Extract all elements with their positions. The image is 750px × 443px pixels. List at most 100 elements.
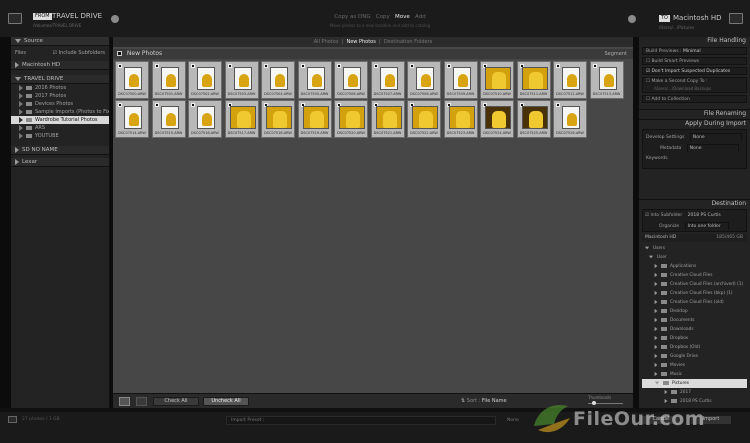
destination-folder-item[interactable]: Downloads [642, 325, 747, 334]
filter-destination-folders[interactable]: Destination Folders [384, 39, 432, 45]
photo-thumbnail[interactable]: DSC07517.ARW [224, 100, 259, 138]
slider-thumb[interactable] [592, 401, 596, 405]
photo-thumbnail[interactable]: DSC07515.ARW [151, 100, 186, 138]
photo-thumbnail[interactable]: DSC07526.ARW [553, 100, 587, 138]
photo-thumbnail[interactable]: DSC07520.ARW [334, 100, 368, 138]
source-folder-item[interactable]: 2016 Photos [11, 84, 109, 92]
photo-thumbnail[interactable]: DSC07506.ARW [334, 61, 368, 99]
photo-thumbnail[interactable]: DSC07521.ARW [370, 100, 405, 138]
check-all-button[interactable]: Check All [153, 397, 199, 406]
source-folder-item[interactable]: Devices Photos [11, 100, 109, 108]
mode-add[interactable]: Add [415, 14, 426, 20]
include-checkbox[interactable] [154, 103, 159, 107]
destination-folder-item[interactable]: Creative Cloud Files [642, 271, 747, 280]
photo-thumbnail[interactable]: DSC07504.ARW [261, 61, 295, 99]
photo-thumbnail[interactable]: DSC07524.ARW [480, 100, 514, 138]
grid-view-icon[interactable] [119, 397, 130, 406]
dont-import-duplicates-checkbox[interactable]: ☑ Don't Import Suspected Duplicates [642, 67, 747, 75]
smart-previews-checkbox[interactable]: ☐ Build Smart Previews [642, 57, 747, 65]
destination-folder-item[interactable]: Creative Cloud Files (archived) (1) [642, 280, 747, 289]
photo-thumbnail[interactable]: DSC07501.ARW [151, 61, 186, 99]
include-checkbox[interactable] [556, 103, 560, 107]
photo-thumbnail[interactable]: DSC07507.ARW [370, 61, 405, 99]
destination-folder-item[interactable]: Creative Cloud Files (old) [642, 298, 747, 307]
include-checkbox[interactable] [373, 64, 378, 68]
photo-thumbnail[interactable]: DSC07509.ARW [443, 61, 478, 99]
include-checkbox[interactable] [227, 64, 232, 68]
include-checkbox[interactable] [446, 64, 451, 68]
destination-folder-item[interactable]: Users [642, 244, 747, 253]
destination-folder-item[interactable]: Music [642, 370, 747, 379]
photo-thumbnail[interactable]: DSC07513.ARW [589, 61, 624, 99]
source-name[interactable]: TRAVEL DRIVE [52, 12, 102, 20]
destination-folder-item[interactable]: Desktop [642, 307, 747, 316]
source-folder-item[interactable]: Sample Imports (Photos to Fix) [11, 108, 109, 116]
include-checkbox[interactable] [300, 64, 305, 68]
organize-row[interactable]: Organize Into one folder [645, 222, 744, 230]
photo-thumbnail[interactable]: DSC07525.ARW [516, 100, 551, 138]
include-checkbox[interactable] [191, 103, 195, 107]
uncheck-all-button[interactable]: Uncheck All [203, 397, 249, 406]
include-checkbox[interactable] [337, 64, 341, 68]
include-checkbox[interactable] [118, 103, 122, 107]
photo-thumbnail[interactable]: DSC07503.ARW [224, 61, 259, 99]
photo-thumbnail[interactable]: DSC07522.ARW [407, 100, 441, 138]
apply-during-import-header[interactable]: Apply During Import [639, 119, 750, 127]
photo-thumbnail[interactable]: DSC07512.ARW [553, 61, 587, 99]
source-header[interactable]: Source [11, 37, 109, 46]
mode-move[interactable]: Move [395, 14, 410, 20]
photo-thumbnail[interactable]: DSC07502.ARW [188, 61, 222, 99]
keywords-row[interactable]: Keywords [646, 155, 743, 163]
source-folder-item[interactable]: 2017 Photos [11, 92, 109, 100]
source-folder-item[interactable]: YOUTUBE [11, 132, 109, 140]
file-renaming-header[interactable]: File Renaming [639, 109, 750, 117]
include-checkbox[interactable] [556, 64, 560, 68]
source-folder-item[interactable]: ARS [11, 124, 109, 132]
destination-folder-item[interactable]: Creative Cloud Files (bkp) (1) [642, 289, 747, 298]
mode-copy-dng[interactable]: Copy as DNG [334, 14, 370, 20]
destination-folder-item[interactable]: Movies [642, 361, 747, 370]
thumbnail-size-slider[interactable] [588, 401, 623, 405]
import-preset-value[interactable]: None [507, 418, 519, 423]
metadata-row[interactable]: Metadata None [646, 144, 743, 152]
add-to-collection-checkbox[interactable]: ☐ Add to Collection [642, 95, 747, 103]
destination-folder-item[interactable]: Documents [642, 316, 747, 325]
destination-folder-item[interactable]: User [642, 253, 747, 262]
include-checkbox[interactable] [592, 64, 597, 68]
photo-thumbnail[interactable]: DSC07511.ARW [516, 61, 551, 99]
select-all-checkbox[interactable] [117, 51, 122, 56]
photo-thumbnail[interactable]: DSC07519.ARW [297, 100, 332, 138]
photo-thumbnail[interactable]: DSC07500.ARW [115, 61, 149, 99]
photo-thumbnail[interactable]: DSC07518.ARW [261, 100, 295, 138]
photo-thumbnail[interactable]: DSC07523.ARW [443, 100, 478, 138]
collapse-icon[interactable] [8, 416, 17, 423]
include-checkbox[interactable] [410, 64, 414, 68]
include-subfolders-checkbox[interactable]: ☑ Include Subfolders [52, 49, 105, 57]
destination-folder-item[interactable]: Applications [642, 262, 747, 271]
second-copy-group[interactable]: ☐ Make a Second Copy To : /Users/…/Downl… [642, 77, 747, 93]
into-subfolder-checkbox[interactable]: ☑ Into Subfolder 2018 PS Curtis [645, 212, 744, 220]
destination-header[interactable]: Destination [639, 199, 750, 207]
destination-folder-item[interactable]: 2017 [642, 388, 747, 397]
destination-folder-item[interactable]: Dropbox [642, 334, 747, 343]
file-handling-header[interactable]: File Handling [639, 37, 750, 45]
include-checkbox[interactable] [118, 64, 122, 68]
volume-travel-drive[interactable]: TRAVEL DRIVE [11, 75, 109, 84]
destination-folder-item[interactable]: 2018 PS Curtis [642, 397, 747, 406]
volume-sd[interactable]: SD NO NAME [11, 146, 109, 155]
destination-folder-item[interactable]: Pictures [642, 379, 747, 388]
build-previews-row[interactable]: Build Previews : Minimal [642, 47, 747, 55]
volume-macintosh-hd[interactable]: Macintosh HD [11, 61, 109, 70]
photo-thumbnail[interactable]: DSC07505.ARW [297, 61, 332, 99]
photo-thumbnail[interactable]: DSC07516.ARW [188, 100, 222, 138]
photo-thumbnail[interactable]: DSC07514.ARW [115, 100, 149, 138]
photo-thumbnail[interactable]: DSC07510.ARW [480, 61, 514, 99]
grid-sort-dropdown[interactable]: Segment [605, 49, 628, 59]
disk-row[interactable]: Macintosh HD 185/465 GB [642, 234, 747, 242]
include-checkbox[interactable] [191, 64, 195, 68]
filter-all-photos[interactable]: All Photos [314, 39, 339, 45]
sort-control[interactable]: ⇅ Sort : File Name [461, 398, 507, 404]
develop-settings-row[interactable]: Develop Settings None [646, 133, 743, 141]
mode-copy[interactable]: Copy [376, 14, 390, 20]
destination-folder-item[interactable]: Google Drive [642, 352, 747, 361]
